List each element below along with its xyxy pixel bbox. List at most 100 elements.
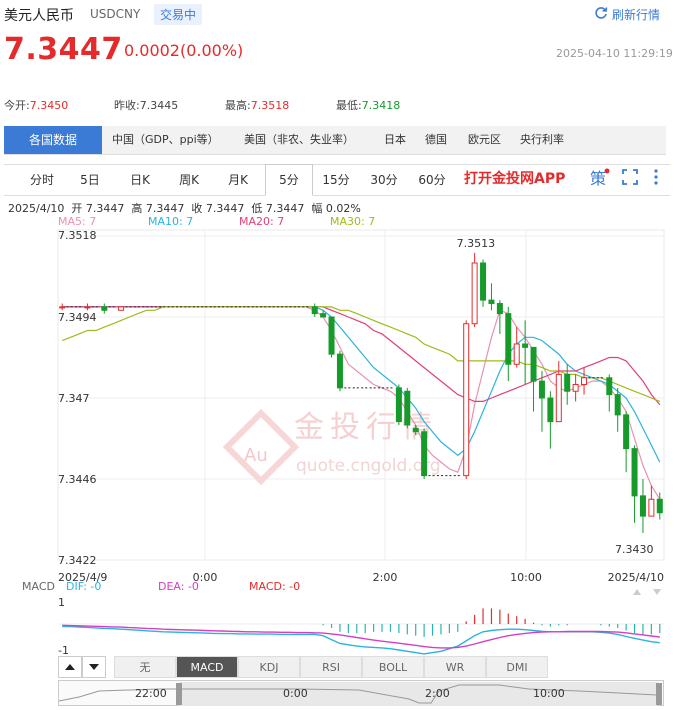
y-tick-label: 7.3518 [58, 229, 97, 242]
macd-dif: DIF: -0 [66, 580, 102, 593]
y-tick-label: 7.347 [58, 392, 90, 405]
candle-body-down [480, 262, 487, 301]
candle-body-up [572, 384, 579, 392]
watermark-badge: Au [244, 445, 268, 466]
low-annotation: 7.3430 [615, 543, 654, 556]
candle [101, 303, 108, 314]
high-annotation: 7.3513 [457, 237, 496, 250]
candle [522, 320, 529, 385]
candle-body-down [606, 377, 613, 396]
candle-body-down [496, 303, 503, 315]
candle [311, 303, 318, 317]
candle [572, 374, 579, 402]
candle-body-down [614, 394, 621, 416]
candle [505, 306, 512, 382]
indicator-tab-wr[interactable]: WR [424, 656, 486, 678]
candle [404, 387, 411, 429]
price-chart: Au 金投行情 quote.cngold.org 7.35187.34947.3… [57, 229, 665, 657]
candle-body-up [513, 343, 520, 365]
candle-body-down [547, 397, 554, 423]
y-tick-label: 7.3422 [58, 554, 97, 567]
indicator-prev-button[interactable] [58, 656, 82, 678]
y-tick-label: 7.3446 [58, 473, 97, 486]
candle-body-down [488, 299, 495, 304]
candle-body-down [101, 306, 108, 311]
candle [328, 316, 335, 358]
arrow-down-icon [89, 664, 99, 670]
candle [648, 485, 655, 517]
indicator-next-button[interactable] [82, 656, 106, 678]
candle-body-down [328, 316, 335, 355]
candle [421, 428, 428, 479]
candle-body-down [656, 498, 663, 514]
candle-body-down [631, 448, 638, 497]
candle-body-up [84, 306, 91, 309]
candle [555, 360, 562, 423]
indicator-tab-dmi[interactable]: DMI [486, 656, 548, 678]
candle-body-up [648, 498, 655, 517]
candle [336, 350, 343, 392]
x-tick-label: 10:00 [510, 571, 542, 584]
macd-y-label: 1 [58, 596, 65, 609]
candle-body-down [395, 387, 402, 423]
candle-body-down [336, 353, 343, 389]
candle-body-down [530, 346, 537, 382]
candle-body-up [471, 262, 478, 325]
candle-body-up [118, 306, 125, 311]
candle [480, 259, 487, 307]
macd-title: MACD [22, 580, 55, 593]
candle [118, 306, 125, 311]
candle [606, 374, 613, 412]
x-tick-label: 2:00 [373, 571, 398, 584]
indicator-tab-kdj[interactable]: KDJ [238, 656, 300, 678]
candle-body-down [623, 414, 630, 450]
candle [84, 303, 91, 311]
candle-body-up [555, 373, 562, 423]
navigator-label-1000: 10:00 [533, 687, 565, 700]
candle [471, 252, 478, 328]
macd-dea-line [62, 624, 660, 649]
plot-frame [57, 229, 665, 561]
candle-body-down [404, 390, 411, 426]
navigator-label-0200: 2:00 [425, 687, 450, 700]
candle [547, 391, 554, 449]
candle [488, 283, 495, 311]
candle [631, 445, 638, 523]
candle-body-down [412, 427, 419, 433]
macd-value: MACD: -0 [249, 580, 301, 593]
candle [513, 327, 520, 368]
candle [395, 384, 402, 425]
candle-body-down [320, 313, 327, 318]
candle [639, 479, 646, 533]
navigator-label-2200: 22:00 [135, 687, 167, 700]
candle [614, 387, 621, 432]
arrow-up-icon [65, 664, 75, 670]
y-tick-label: 7.3494 [58, 311, 97, 324]
candle-body-down [564, 373, 571, 392]
candle-body-up [581, 377, 588, 385]
indicator-tab-macd[interactable]: MACD [176, 656, 238, 678]
candle [59, 303, 66, 311]
macd-arrow-up-icon[interactable] [632, 582, 642, 601]
indicator-tab-none[interactable]: 无 [114, 656, 176, 678]
navigator-label-0000: 0:00 [283, 687, 308, 700]
candle-body-down [639, 495, 646, 517]
candle-body-down [538, 380, 545, 399]
candle-body-down [421, 431, 428, 477]
candle [581, 367, 588, 395]
macd-arrow-down-icon[interactable] [652, 582, 662, 601]
macd-dea: DEA: -0 [158, 580, 199, 593]
candle [463, 320, 470, 479]
candle [530, 346, 537, 412]
candle-body-up [463, 323, 470, 477]
watermark-url: quote.cngold.org [296, 456, 441, 476]
candle [623, 411, 630, 473]
candle [538, 371, 545, 432]
candle-body-down [505, 313, 512, 365]
macd-dif-line [62, 625, 660, 655]
candle-body-down [522, 343, 529, 348]
indicator-tab-rsi[interactable]: RSI [300, 656, 362, 678]
range-navigator[interactable]: 22:00 0:00 2:00 10:00 [58, 680, 664, 706]
candle-body-up [59, 306, 66, 309]
indicator-tab-boll[interactable]: BOLL [362, 656, 424, 678]
